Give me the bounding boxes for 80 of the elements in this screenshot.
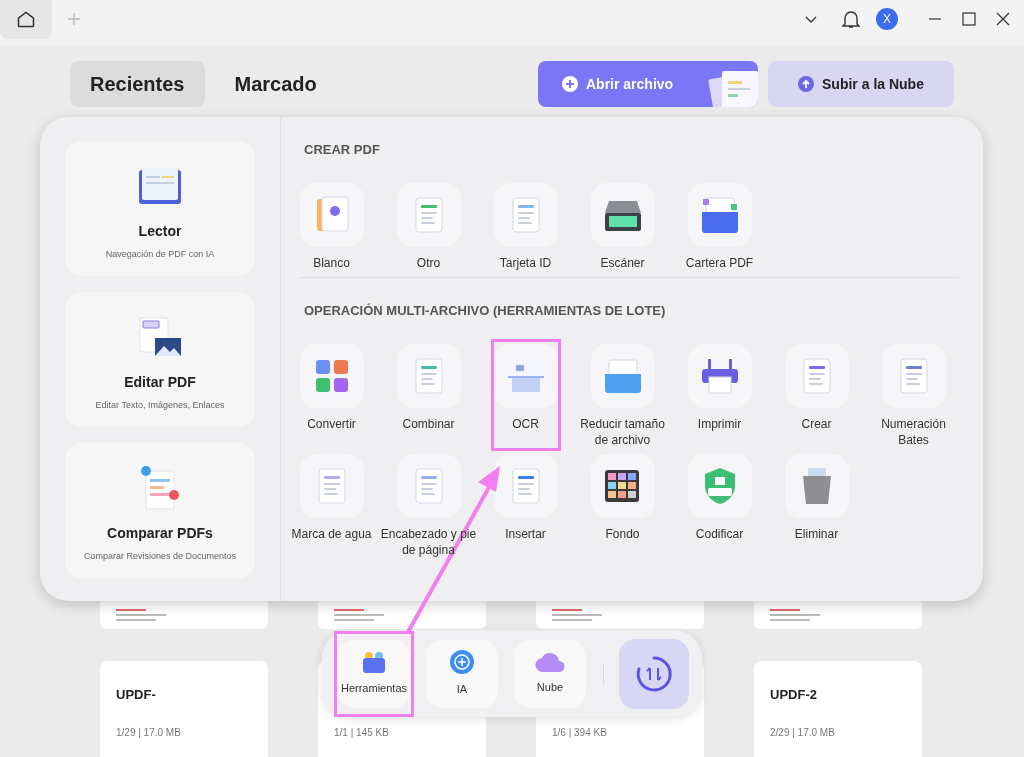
close-icon[interactable] bbox=[996, 11, 1010, 26]
feature-card[interactable]: Editar PDF Editar Texto, Imágenes, Enlaces bbox=[65, 292, 255, 427]
tool-label: Imprimir bbox=[696, 416, 743, 432]
tool-tile[interactable] bbox=[687, 344, 752, 408]
tool-label: Codificar bbox=[694, 526, 745, 542]
bell-icon[interactable] bbox=[842, 8, 860, 29]
feature-title: Comparar PDFs bbox=[107, 524, 213, 543]
tab[interactable]: Recientes bbox=[70, 61, 205, 107]
section-heading: OPERACIÓN MULTI-ARCHIVO (HERRAMIENTAS DE LOTE) bbox=[304, 303, 667, 319]
tool-label: Reducir tamaño de archivo bbox=[579, 416, 666, 448]
add-tab-icon[interactable] bbox=[67, 11, 81, 26]
tool-tile[interactable] bbox=[687, 454, 752, 518]
dock-button[interactable]: Herramientas bbox=[338, 639, 410, 708]
tool-tile[interactable] bbox=[299, 454, 364, 518]
tool-label: Numeración Bates bbox=[880, 416, 947, 448]
tool-tile[interactable] bbox=[881, 344, 946, 408]
ai-orb-icon bbox=[449, 649, 475, 676]
tool-tile[interactable] bbox=[493, 344, 558, 408]
open-file-button[interactable]: Abrir archivo bbox=[538, 61, 758, 107]
file-meta: 1/6 | 394 KB bbox=[552, 726, 608, 740]
toolbox-icon bbox=[361, 650, 387, 675]
section-heading: CREAR PDF bbox=[304, 142, 381, 158]
upload-cloud-button[interactable]: Subir a la Nube bbox=[768, 61, 954, 107]
tool-label: Combinar bbox=[401, 416, 456, 432]
user-avatar[interactable]: X bbox=[876, 7, 898, 30]
tool-label: Otro bbox=[415, 255, 442, 271]
file-card[interactable]: UPDF-2 2/29 | 17.0 MB bbox=[754, 661, 922, 757]
tool-tile[interactable] bbox=[687, 183, 752, 247]
feature-description: Editar Texto, Imágenes, Enlaces bbox=[95, 399, 225, 412]
tool-tile[interactable] bbox=[299, 183, 364, 247]
dock-button[interactable]: Nube bbox=[514, 639, 586, 708]
feature-title: Lector bbox=[138, 222, 182, 241]
tray-icon bbox=[602, 358, 643, 394]
feature-card[interactable]: Comparar PDFs Comparar Revisiones de Documentos bbox=[65, 443, 255, 578]
tool-label: Fondo bbox=[604, 526, 641, 542]
file-name: UPDF-2 bbox=[770, 686, 818, 701]
tool-label: Crear bbox=[800, 416, 833, 432]
tool-tile[interactable] bbox=[590, 183, 655, 247]
maximize-icon[interactable] bbox=[962, 11, 976, 26]
compare-document-icon bbox=[138, 465, 182, 511]
app-grid-icon bbox=[313, 358, 350, 394]
tool-tile[interactable] bbox=[493, 454, 558, 518]
tool-tile[interactable] bbox=[590, 344, 655, 408]
cloud-icon bbox=[535, 651, 565, 674]
tool-label: Tarjeta ID bbox=[498, 255, 553, 271]
printer-icon bbox=[699, 357, 740, 395]
open-book-icon bbox=[137, 166, 183, 206]
file-meta: 1/1 | 145 KB bbox=[334, 726, 390, 740]
tool-tile[interactable] bbox=[493, 183, 558, 247]
file-name: UPDF- bbox=[116, 686, 157, 701]
tool-tile[interactable] bbox=[590, 454, 655, 518]
dock-button[interactable]: IA bbox=[426, 639, 498, 708]
tool-label: Marca de agua bbox=[290, 526, 373, 542]
text-and-image-icon bbox=[137, 316, 183, 358]
feature-description: Navegación de PDF con IA bbox=[105, 248, 215, 261]
file-meta: 1/29 | 17.0 MB bbox=[116, 726, 182, 740]
tool-tile[interactable] bbox=[396, 344, 461, 408]
tool-label: OCR bbox=[511, 416, 540, 432]
tab[interactable]: Marcado bbox=[214, 61, 337, 107]
tool-tile[interactable] bbox=[784, 344, 849, 408]
home-tab[interactable] bbox=[0, 0, 52, 39]
feature-title: Editar PDF bbox=[124, 373, 196, 392]
tool-tile[interactable] bbox=[396, 183, 461, 247]
history-button[interactable] bbox=[619, 638, 689, 709]
plus-circle-icon bbox=[562, 76, 578, 92]
tool-label: Insertar bbox=[504, 526, 547, 542]
feature-description: Comparar Revisiones de Documentos bbox=[83, 550, 237, 563]
tool-label: Eliminar bbox=[793, 526, 840, 542]
tool-label: Cartera PDF bbox=[684, 255, 755, 271]
tool-tile[interactable] bbox=[784, 454, 849, 518]
tool-label: Blanco bbox=[312, 255, 351, 271]
file-meta: 2/29 | 17.0 MB bbox=[770, 726, 836, 740]
tool-label: Convertir bbox=[306, 416, 357, 432]
file-card[interactable]: UPDF- 1/29 | 17.0 MB bbox=[100, 661, 268, 757]
feature-card[interactable]: Lector Navegación de PDF con IA bbox=[65, 141, 255, 276]
folder-icon bbox=[699, 196, 740, 234]
tool-tile[interactable] bbox=[396, 454, 461, 518]
tool-label: Escáner bbox=[599, 255, 646, 271]
tool-tile[interactable] bbox=[299, 344, 364, 408]
upload-icon bbox=[798, 76, 815, 92]
